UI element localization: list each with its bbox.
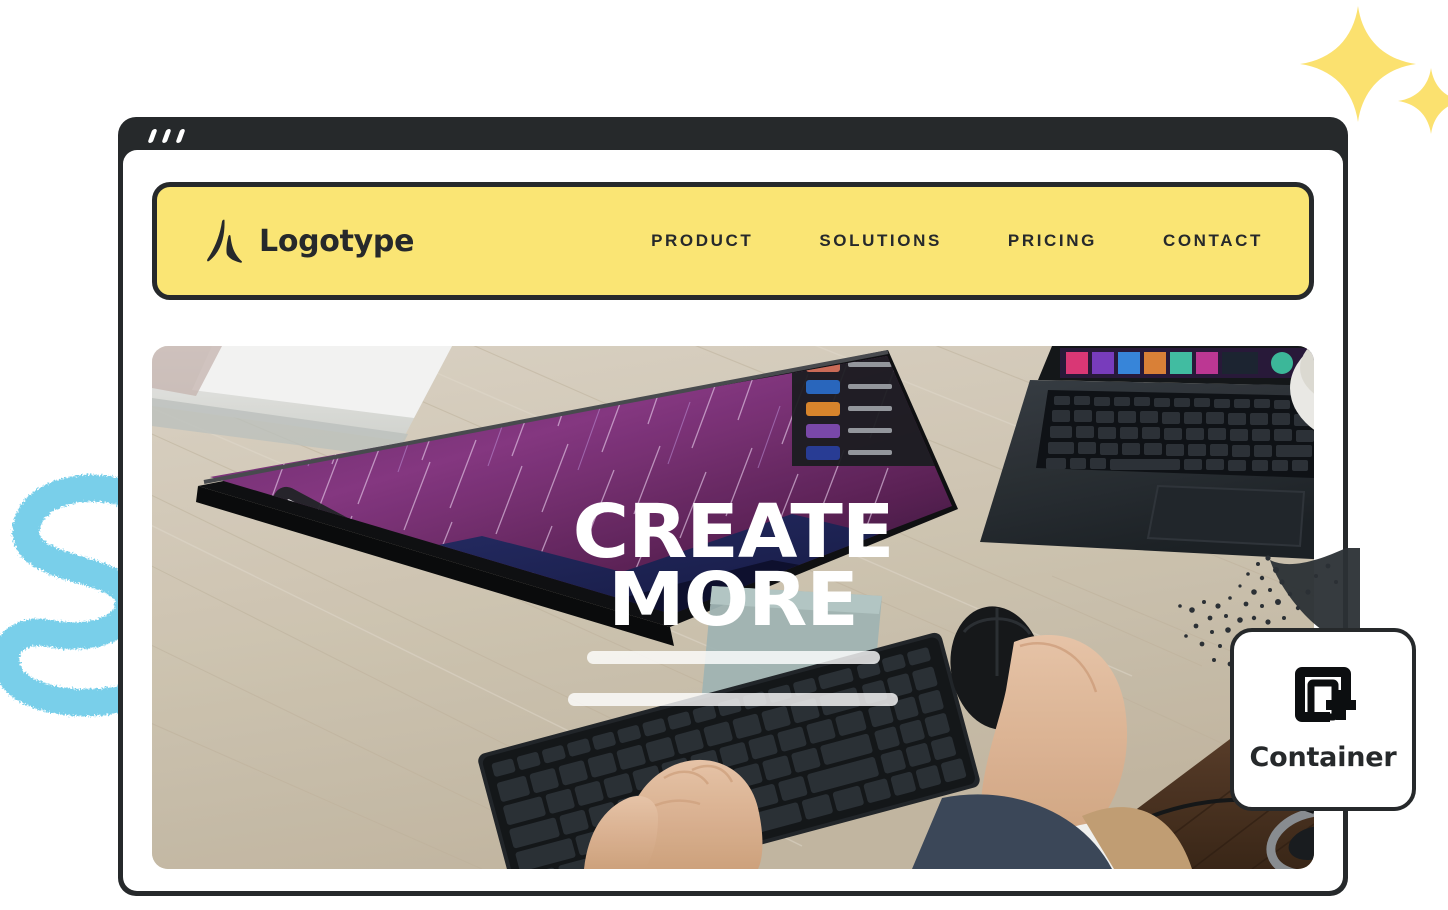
nav-link-pricing[interactable]: PRICING <box>1008 231 1097 251</box>
hero-headline-line-2: MORE <box>608 557 859 644</box>
hero-headline-line-1: CREATE <box>572 489 895 575</box>
container-chip[interactable]: Container <box>1230 628 1416 811</box>
hero-placeholder-bars <box>152 651 1314 706</box>
nav-link-contact[interactable]: CONTACT <box>1163 231 1263 251</box>
window-control-dot[interactable] <box>147 129 158 143</box>
browser-window: Logotype PRODUCT SOLUTIONS PRICING CONTA… <box>118 117 1348 896</box>
brand-name: Logotype <box>259 223 415 259</box>
nav-link-product[interactable]: PRODUCT <box>651 231 753 251</box>
container-chip-label: Container <box>1249 742 1397 773</box>
nav-link-solutions[interactable]: SOLUTIONS <box>819 231 942 251</box>
window-controls[interactable] <box>147 129 186 143</box>
site-navbar: Logotype PRODUCT SOLUTIONS PRICING CONTA… <box>152 182 1314 300</box>
page-viewport: Logotype PRODUCT SOLUTIONS PRICING CONTA… <box>123 150 1343 891</box>
nav-links: PRODUCT SOLUTIONS PRICING CONTACT <box>651 231 1263 251</box>
sparkle-large-icon <box>1300 6 1416 122</box>
window-control-dot[interactable] <box>175 129 186 143</box>
add-container-icon <box>1295 667 1356 722</box>
window-titlebar <box>118 117 1348 150</box>
hero-headline: CREATE MORE <box>152 489 1314 644</box>
placeholder-bar <box>586 651 880 664</box>
sparkle-small-icon <box>1398 68 1448 134</box>
placeholder-bar <box>568 693 898 706</box>
window-control-dot[interactable] <box>161 129 172 143</box>
brand[interactable]: Logotype <box>205 219 414 263</box>
hero-section: CREATE MORE <box>152 346 1314 869</box>
logotype-a-mark-icon <box>207 219 243 263</box>
